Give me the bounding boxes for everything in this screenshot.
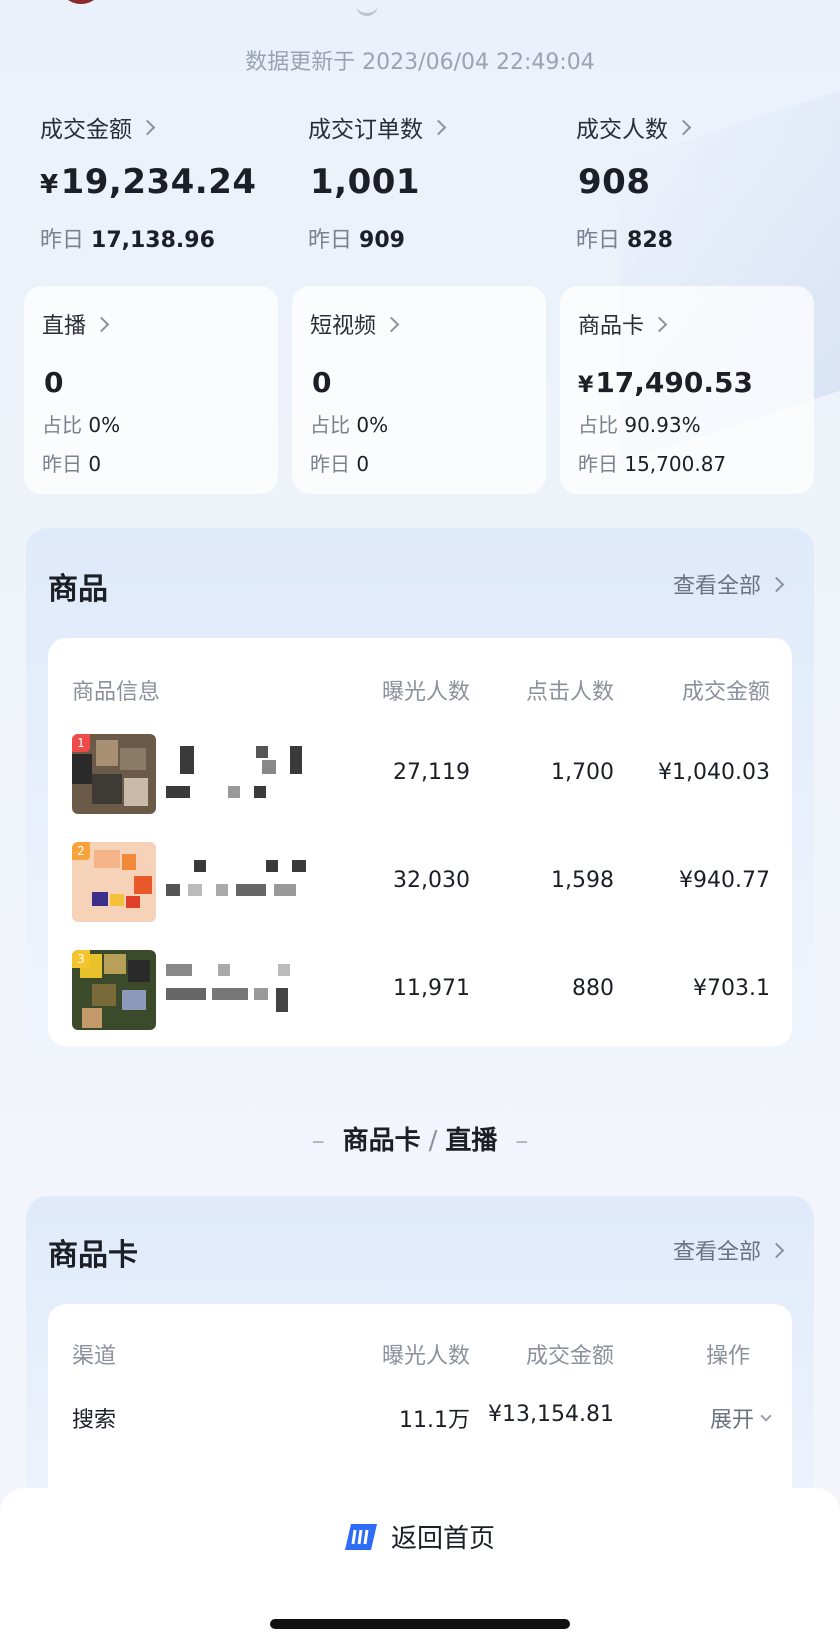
yesterday-value: 17,138.96 bbox=[91, 228, 215, 253]
home-indicator bbox=[270, 1619, 570, 1629]
channel-value: 0 bbox=[312, 366, 332, 399]
metric-value: 908 bbox=[578, 162, 651, 202]
separator: / bbox=[428, 1126, 438, 1156]
yesterday-label: 昨日 bbox=[310, 452, 350, 476]
channel-label: 短视频 bbox=[310, 314, 377, 339]
amount-value: ¥13,154.81 bbox=[488, 1402, 614, 1427]
metric-gmv[interactable]: 成交金额 ¥19,234.24 昨日 17,138.96 bbox=[40, 110, 300, 254]
channel-card-product-card[interactable]: 商品卡 ¥17,490.53 占比 90.93% 昨日 15,700.87 bbox=[560, 286, 814, 494]
rank-badge: 3 bbox=[72, 950, 90, 968]
brand-logo-icon bbox=[344, 1523, 377, 1550]
share-value: 0% bbox=[356, 413, 389, 437]
dash: – bbox=[515, 1126, 529, 1156]
yesterday-label: 昨日 bbox=[578, 452, 618, 476]
share-label: 占比 bbox=[42, 413, 82, 437]
dash: – bbox=[311, 1126, 325, 1156]
channel-card-live[interactable]: 直播 0 占比 0% 昨日 0 bbox=[24, 286, 278, 494]
exposure-value: 11,971 bbox=[393, 976, 470, 1001]
share-value: 90.93% bbox=[624, 413, 701, 437]
clicks-value: 1,598 bbox=[551, 868, 614, 893]
share-label: 占比 bbox=[578, 413, 618, 437]
share-value: 0% bbox=[88, 413, 121, 437]
col-channel: 渠道 bbox=[72, 1344, 117, 1369]
products-table: 商品信息 曝光人数 点击人数 成交金额 1 27,119 1,700 ¥1,04… bbox=[48, 638, 792, 1046]
product-card-view-all-link[interactable]: 查看全部 bbox=[672, 1234, 785, 1266]
channel-card-short-video[interactable]: 短视频 0 占比 0% 昨日 0 bbox=[292, 286, 546, 494]
chevron-right-icon bbox=[383, 316, 400, 332]
metric-value: 19,234.24 bbox=[60, 162, 257, 202]
avatar[interactable] bbox=[58, 0, 104, 4]
product-card-title: 商品卡 bbox=[48, 1238, 138, 1273]
channel-value: 17,490.53 bbox=[595, 366, 753, 399]
header-mark bbox=[356, 2, 378, 16]
products-title: 商品 bbox=[48, 572, 108, 607]
yesterday-label: 昨日 bbox=[308, 228, 353, 253]
expand-label: 展开 bbox=[709, 1408, 754, 1433]
channel-name: 搜索 bbox=[72, 1408, 117, 1433]
chevron-right-icon bbox=[675, 119, 692, 135]
yesterday-value: 909 bbox=[359, 228, 405, 253]
col-amount: 成交金额 bbox=[681, 680, 770, 705]
exposure-value: 27,119 bbox=[393, 760, 470, 785]
yesterday-value: 15,700.87 bbox=[624, 452, 727, 476]
rank-badge: 2 bbox=[72, 842, 90, 860]
view-all-label: 查看全部 bbox=[672, 1240, 761, 1265]
col-exposure: 曝光人数 bbox=[381, 680, 470, 705]
exposure-value: 11.1万 bbox=[399, 1408, 470, 1433]
col-exposure: 曝光人数 bbox=[381, 1344, 470, 1369]
rank-badge: 1 bbox=[72, 734, 90, 752]
expand-button[interactable]: 展开 bbox=[709, 1402, 772, 1434]
back-home-button[interactable]: 返回首页 bbox=[0, 1518, 840, 1555]
channel-label: 直播 bbox=[42, 314, 87, 339]
chevron-right-icon bbox=[139, 119, 156, 135]
metric-label: 成交金额 bbox=[40, 117, 132, 143]
chevron-right-icon bbox=[430, 119, 447, 135]
amount-value: ¥940.77 bbox=[679, 868, 770, 893]
metric-label: 成交人数 bbox=[576, 117, 668, 143]
amount-value: ¥703.1 bbox=[693, 976, 770, 1001]
amount-value: ¥1,040.03 bbox=[658, 760, 770, 785]
chevron-right-icon bbox=[768, 1242, 785, 1258]
bottom-bar: 返回首页 bbox=[0, 1488, 840, 1635]
chevron-right-icon bbox=[651, 316, 668, 332]
exposure-value: 32,030 bbox=[393, 868, 470, 893]
metric-orders[interactable]: 成交订单数 1,001 昨日 909 bbox=[308, 110, 568, 254]
col-product-info: 商品信息 bbox=[72, 680, 161, 705]
products-panel: 商品 查看全部 商品信息 曝光人数 点击人数 成交金额 1 27,119 1,7… bbox=[26, 528, 814, 1058]
products-view-all-link[interactable]: 查看全部 bbox=[672, 568, 785, 600]
yesterday-value: 828 bbox=[627, 228, 673, 253]
chevron-right-icon bbox=[93, 316, 110, 332]
product-thumbnail: 3 bbox=[72, 950, 156, 1030]
col-amount: 成交金额 bbox=[525, 1344, 614, 1369]
tab-live[interactable]: 直播 bbox=[445, 1126, 497, 1156]
yesterday-label: 昨日 bbox=[42, 452, 82, 476]
channel-label: 商品卡 bbox=[578, 314, 645, 339]
col-clicks: 点击人数 bbox=[525, 680, 614, 705]
yesterday-label: 昨日 bbox=[40, 228, 85, 253]
product-thumbnail: 2 bbox=[72, 842, 156, 922]
yesterday-value: 0 bbox=[356, 452, 370, 476]
channel-value: 0 bbox=[44, 366, 64, 399]
clicks-value: 880 bbox=[572, 976, 614, 1001]
chevron-right-icon bbox=[768, 576, 785, 592]
metric-value: 1,001 bbox=[310, 162, 421, 202]
view-all-label: 查看全部 bbox=[672, 574, 761, 599]
clicks-value: 1,700 bbox=[551, 760, 614, 785]
col-action: 操作 bbox=[705, 1344, 750, 1369]
currency-symbol: ¥ bbox=[40, 170, 59, 200]
currency-symbol: ¥ bbox=[578, 373, 594, 398]
metric-buyers[interactable]: 成交人数 908 昨日 828 bbox=[576, 110, 836, 254]
update-time: 数据更新于 2023/06/04 22:49:04 bbox=[245, 50, 595, 75]
product-thumbnail: 1 bbox=[72, 734, 156, 814]
back-home-label: 返回首页 bbox=[390, 1524, 495, 1554]
metric-label: 成交订单数 bbox=[308, 117, 423, 143]
yesterday-label: 昨日 bbox=[576, 228, 621, 253]
tab-product-card[interactable]: 商品卡 bbox=[343, 1126, 421, 1156]
chevron-down-icon bbox=[760, 1410, 772, 1422]
section-switcher: – 商品卡 / 直播 – bbox=[0, 1120, 840, 1157]
share-label: 占比 bbox=[310, 413, 350, 437]
yesterday-value: 0 bbox=[88, 452, 102, 476]
